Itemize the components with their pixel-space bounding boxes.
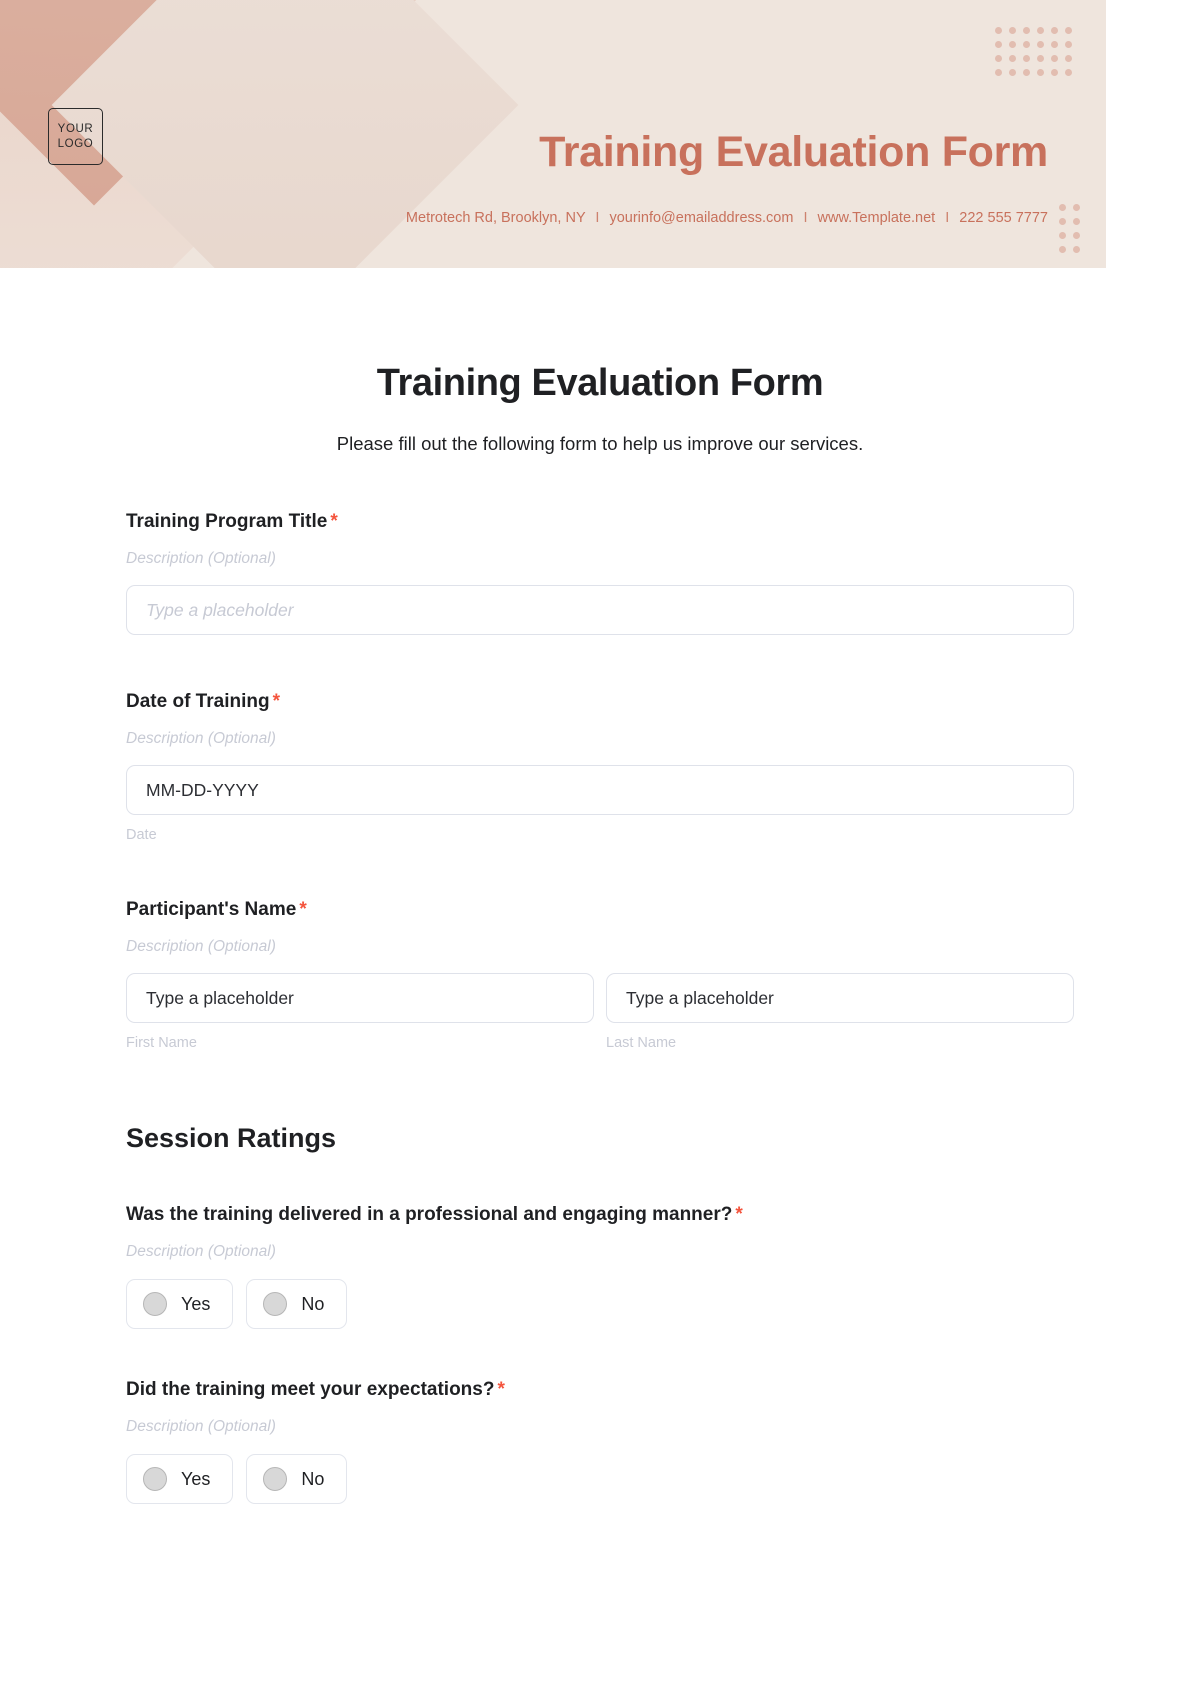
header-decorative-shape-1 [0,0,243,213]
last-name-sub-label: Last Name [606,1035,677,1051]
contact-separator-1: I [595,210,600,226]
logo-line-2: LOGO [57,137,94,150]
question-description: Description (Optional) [126,1243,276,1260]
field-training-program-title: Training Program Title * Description (Opt… [126,511,1074,635]
first-name-sub-label: First Name [126,1035,197,1051]
contact-separator-2: I [803,210,808,226]
header-title: Training Evaluation Form [539,128,1048,176]
dot-grid-top-right-icon [995,27,1072,76]
page-subtitle: Please fill out the following form to he… [336,433,864,454]
header-decorative-shape-5 [0,0,211,268]
document-page: YOUR LOGO Training Evaluation Form Metro… [0,0,1200,1701]
required-asterisk: * [497,1379,505,1400]
contact-separator-3: I [945,210,950,226]
logo-placeholder: YOUR LOGO [48,108,103,165]
field-label: Training Program Title * [126,511,1074,533]
header-contact-line: Metrotech Rd, Brooklyn, NY I yourinfo@em… [406,210,1048,226]
field-date-of-training: Date of Training * Description (Optional)… [126,691,1074,843]
header-decorative-shape-2 [0,0,284,206]
input-sub-label: Date [126,827,157,843]
field-description: Description (Optional) [126,550,276,567]
form-body: Training Evaluation Form Please fill out… [0,362,1200,1504]
logo-line-1: YOUR [57,123,94,136]
training-program-title-input[interactable]: Type a placeholder [126,585,1074,635]
question-meet-expectations: Did the training meet your expectations?… [126,1379,1074,1504]
name-input-row: Type a placeholder First Name Type a pla… [126,973,1074,1051]
input-value: Type a placeholder [146,987,294,1008]
header-email: yourinfo@emailaddress.com [609,210,794,226]
field-participants-name: Participant's Name * Description (Optiona… [126,899,1074,1051]
dot-grid-right-icon [1059,204,1080,253]
field-label-text: Participant's Name [126,899,297,920]
question-description: Description (Optional) [126,1418,276,1435]
question-label-text: Was the training delivered in a professi… [126,1204,733,1225]
radio-option-yes[interactable]: Yes [126,1454,234,1504]
radio-option-no[interactable]: No [246,1279,348,1329]
radio-group: Yes No [126,1454,1074,1504]
section-heading-session-ratings: Session Ratings [126,1123,337,1153]
page-title: Training Evaluation Form [376,362,824,404]
required-asterisk: * [272,691,280,712]
required-asterisk: * [299,899,307,920]
radio-circle-icon[interactable] [143,1467,167,1491]
field-label: Date of Training * [126,691,1074,713]
field-label-text: Training Program Title [126,511,328,532]
field-label: Participant's Name * [126,899,1074,921]
required-asterisk: * [330,511,338,532]
question-label: Did the training meet your expectations?… [126,1379,1074,1401]
radio-circle-icon[interactable] [143,1292,167,1316]
first-name-input[interactable]: Type a placeholder [126,973,594,1023]
required-asterisk: * [735,1204,743,1225]
radio-option-yes[interactable]: Yes [126,1279,234,1329]
last-name-column: Type a placeholder Last Name [606,973,1074,1051]
radio-group: Yes No [126,1279,1074,1329]
header-decorative-shape-4 [51,0,519,268]
header-address: Metrotech Rd, Brooklyn, NY [405,210,586,226]
last-name-input[interactable]: Type a placeholder [606,973,1074,1023]
question-label: Was the training delivered in a professi… [126,1204,1074,1226]
header-decorative-shape-3 [1,0,427,203]
radio-option-label: Yes [181,1468,211,1489]
radio-option-label: No [301,1468,325,1489]
header-phone: 222 555 7777 [959,210,1048,226]
date-of-training-input[interactable]: MM-DD-YYYY [126,765,1074,815]
radio-circle-icon[interactable] [263,1292,288,1316]
header-banner: YOUR LOGO Training Evaluation Form Metro… [0,0,1106,268]
radio-option-label: Yes [181,1293,211,1314]
radio-option-no[interactable]: No [246,1454,348,1504]
radio-option-label: No [301,1293,325,1314]
question-professional-engaging-manner: Was the training delivered in a professi… [126,1204,1074,1329]
input-value: Type a placeholder [146,599,294,620]
input-value: MM-DD-YYYY [146,779,259,800]
first-name-column: Type a placeholder First Name [126,973,594,1051]
question-label-text: Did the training meet your expectations? [126,1379,495,1400]
header-website: www.Template.net [817,210,936,226]
field-description: Description (Optional) [126,730,276,747]
field-label-text: Date of Training [126,691,270,712]
input-value: Type a placeholder [626,987,774,1008]
radio-circle-icon[interactable] [263,1467,288,1491]
field-description: Description (Optional) [126,938,276,955]
